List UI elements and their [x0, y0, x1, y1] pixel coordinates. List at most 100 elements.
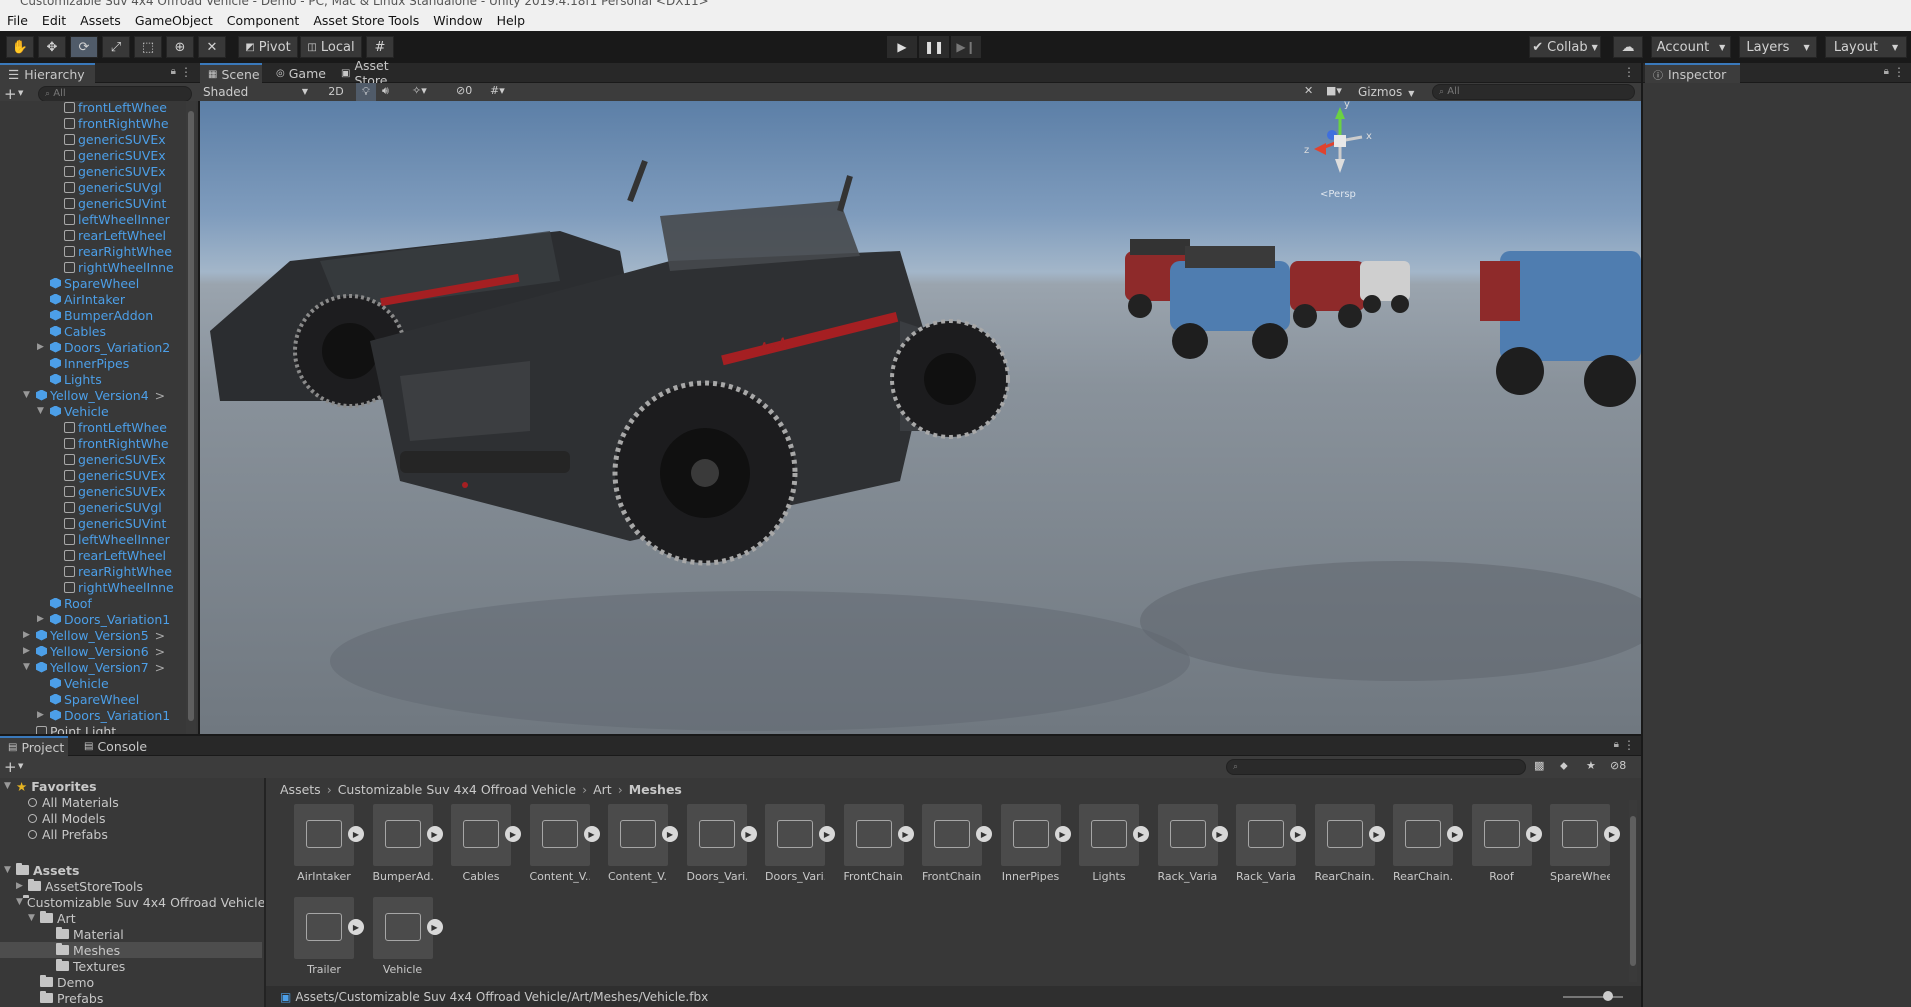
- effects-toggle-icon[interactable]: ✧▾: [412, 84, 427, 97]
- hierarchy-row[interactable]: rearRightWhee: [64, 243, 186, 259]
- asset-tile[interactable]: ▶ Rack_Varia...: [1157, 804, 1228, 883]
- shading-dropdown[interactable]: Shaded ▼: [200, 83, 314, 101]
- project-search-input[interactable]: ⌕: [1226, 759, 1526, 775]
- hierarchy-row[interactable]: genericSUVEx: [64, 147, 186, 163]
- expand-right-arrow-icon[interactable]: ▶: [37, 342, 49, 352]
- expand-down-arrow-icon[interactable]: ▼: [23, 662, 35, 672]
- grid-snap-icon[interactable]: #: [366, 36, 394, 58]
- hierarchy-row[interactable]: frontRightWhe: [64, 435, 186, 451]
- menu-asset-store-tools[interactable]: Asset Store Tools: [306, 13, 426, 28]
- hidden-objects-icon[interactable]: ⊘0: [456, 84, 472, 97]
- hand-tool-icon[interactable]: ✋: [6, 36, 34, 58]
- hierarchy-row[interactable]: rearLeftWheel: [64, 547, 186, 563]
- asset-tile[interactable]: ▶ InnerPipes: [1000, 804, 1071, 883]
- expand-asset-icon[interactable]: ▶: [897, 826, 914, 842]
- expand-asset-icon[interactable]: ▶: [1290, 826, 1306, 842]
- folder-tree-item[interactable]: ▼ Assets: [0, 862, 262, 878]
- custom-tool-icon[interactable]: ✕: [198, 36, 226, 58]
- hierarchy-row[interactable]: AirIntaker: [50, 291, 186, 307]
- zoom-slider-thumb[interactable]: [1603, 991, 1613, 1001]
- hierarchy-row[interactable]: genericSUVgl: [64, 499, 186, 515]
- hierarchy-row[interactable]: Lights: [50, 371, 186, 387]
- pivot-toggle[interactable]: ◩ Pivot: [238, 36, 298, 58]
- orientation-gizmo[interactable]: y z x <Persp: [1304, 101, 1372, 200]
- layers-dropdown[interactable]: Layers ▼: [1739, 36, 1817, 58]
- step-button[interactable]: ▶❙: [951, 36, 981, 58]
- grid-toggle-icon[interactable]: #▾: [490, 84, 505, 97]
- scene-viewport[interactable]: 4x4 y z x <Persp: [200, 101, 1641, 734]
- hierarchy-row[interactable]: genericSUVEx: [64, 131, 186, 147]
- tab-project[interactable]: ▤ Project: [0, 736, 68, 756]
- audio-toggle-icon[interactable]: 🔊︎: [382, 84, 389, 98]
- kebab-menu-icon[interactable]: ⋮: [1893, 65, 1905, 79]
- hierarchy-row[interactable]: Point Light: [36, 723, 186, 734]
- camera-icon[interactable]: ■▾: [1326, 84, 1342, 97]
- hierarchy-row[interactable]: Vehicle: [50, 675, 186, 691]
- hierarchy-row[interactable]: BumperAddon: [50, 307, 186, 323]
- expand-right-arrow-icon[interactable]: ▶: [16, 881, 28, 891]
- hierarchy-row[interactable]: SpareWheel: [50, 275, 186, 291]
- hierarchy-row[interactable]: genericSUVint: [64, 515, 186, 531]
- folder-tree-item[interactable]: ▼ Art: [0, 910, 262, 926]
- transform-tool-icon[interactable]: ⊕: [166, 36, 194, 58]
- hierarchy-row[interactable]: ▼ Vehicle: [37, 403, 186, 419]
- asset-tile[interactable]: ▶ Cables: [451, 804, 521, 883]
- expand-down-arrow-icon[interactable]: ▼: [16, 897, 23, 907]
- expand-right-arrow-icon[interactable]: ▶: [23, 646, 35, 656]
- prefab-open-chevron-icon[interactable]: >: [155, 388, 165, 403]
- hierarchy-row[interactable]: ▼ Yellow_Version4 >: [23, 387, 186, 403]
- assets-scrollbar[interactable]: [1629, 800, 1637, 982]
- expand-asset-icon[interactable]: ▶: [662, 826, 678, 842]
- expand-asset-icon[interactable]: ▶: [1368, 826, 1385, 842]
- tab-scene[interactable]: ▦ Scene: [200, 63, 262, 83]
- asset-tile[interactable]: ▶ SpareWheel: [1550, 804, 1620, 883]
- expand-asset-icon[interactable]: ▶: [1133, 826, 1149, 842]
- hidden-packages-icon[interactable]: ⊘8: [1610, 759, 1626, 772]
- breadcrumb-item[interactable]: Meshes: [629, 782, 682, 797]
- play-button[interactable]: ▶: [887, 36, 917, 58]
- asset-tile[interactable]: ▶ Doors_Vari...: [686, 804, 757, 883]
- expand-asset-icon[interactable]: ▶: [505, 826, 521, 842]
- collab-dropdown[interactable]: ✔ Collab ▼: [1529, 36, 1601, 58]
- asset-tile[interactable]: ▶ RearChain...: [1314, 804, 1385, 883]
- expand-asset-icon[interactable]: ▶: [1054, 826, 1071, 842]
- menu-component[interactable]: Component: [220, 13, 307, 28]
- hierarchy-row[interactable]: genericSUVEx: [64, 451, 186, 467]
- gizmos-dropdown[interactable]: Gizmos ▼: [1358, 83, 1418, 101]
- hierarchy-row[interactable]: genericSUVEx: [64, 483, 186, 499]
- hierarchy-row[interactable]: Cables: [50, 323, 186, 339]
- lock-icon[interactable]: 🔒︎: [1884, 66, 1889, 77]
- asset-tile[interactable]: ▶ Roof: [1471, 804, 1542, 883]
- tab-console[interactable]: ▤ Console: [76, 736, 154, 756]
- assets-scroll-thumb[interactable]: [1630, 816, 1636, 966]
- hierarchy-row[interactable]: genericSUVgl: [64, 179, 186, 195]
- asset-tile[interactable]: ▶ FrontChain...: [922, 804, 992, 883]
- hierarchy-row[interactable]: leftWheelInner: [64, 531, 186, 547]
- tab-hierarchy[interactable]: ☰ Hierarchy: [0, 63, 95, 83]
- tab-inspector[interactable]: ⓘ Inspector: [1645, 63, 1740, 83]
- scene-search-input[interactable]: ⌕ All: [1432, 84, 1635, 100]
- lock-icon[interactable]: 🔒︎: [1614, 739, 1619, 750]
- expand-asset-icon[interactable]: ▶: [348, 826, 364, 842]
- hierarchy-row[interactable]: ▶ Doors_Variation1: [37, 611, 186, 627]
- hierarchy-row[interactable]: ▶ Doors_Variation1: [37, 707, 186, 723]
- folder-tree-item[interactable]: ▶ AssetStoreTools: [0, 878, 262, 894]
- hierarchy-row[interactable]: ▶ Yellow_Version5 >: [23, 627, 186, 643]
- asset-tile[interactable]: ▶ AirIntaker: [294, 804, 364, 883]
- menu-gameobject[interactable]: GameObject: [128, 13, 220, 28]
- expand-asset-icon[interactable]: ▶: [1525, 826, 1542, 842]
- hierarchy-row[interactable]: genericSUVEx: [64, 467, 186, 483]
- move-tool-icon[interactable]: ✥: [38, 36, 66, 58]
- rect-tool-icon[interactable]: ⬚: [134, 36, 162, 58]
- hierarchy-row[interactable]: frontRightWhe: [64, 115, 186, 131]
- kebab-menu-icon[interactable]: ⋮: [1623, 65, 1635, 79]
- persp-label[interactable]: <Persp: [1320, 189, 1356, 200]
- menu-file[interactable]: File: [0, 13, 35, 28]
- local-toggle[interactable]: ◫ Local: [300, 36, 362, 58]
- asset-tile[interactable]: ▶ Doors_Vari...: [765, 804, 835, 883]
- expand-asset-icon[interactable]: ▶: [426, 919, 443, 935]
- account-dropdown[interactable]: Account ▼: [1651, 36, 1731, 58]
- vehicle-red-mid[interactable]: [1290, 261, 1365, 328]
- tab-asset-store[interactable]: ▣ Asset Store: [333, 58, 428, 88]
- layout-dropdown[interactable]: Layout ▼: [1825, 36, 1907, 58]
